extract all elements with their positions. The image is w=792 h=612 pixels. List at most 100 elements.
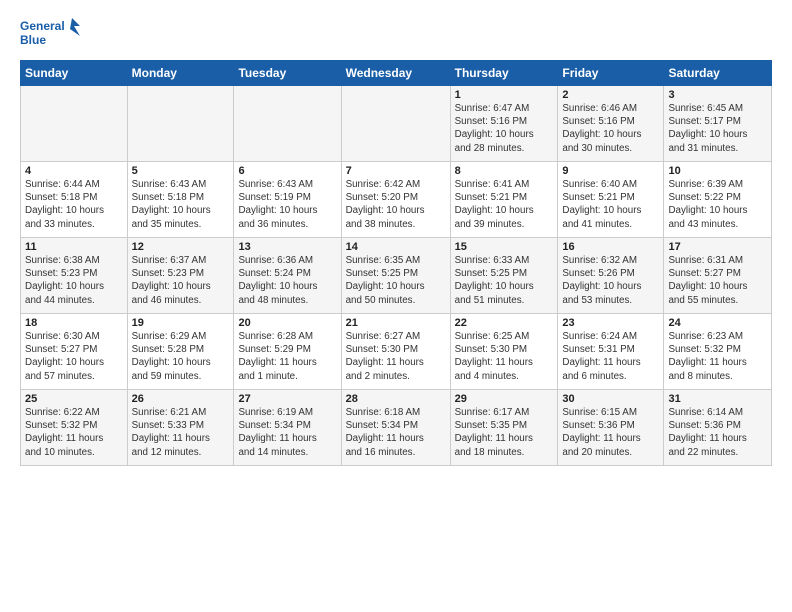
day-number: 2 — [562, 89, 659, 101]
day-info: Sunrise: 6:46 AM Sunset: 5:16 PM Dayligh… — [562, 102, 659, 155]
day-info: Sunrise: 6:35 AM Sunset: 5:25 PM Dayligh… — [346, 254, 446, 307]
calendar-cell: 14Sunrise: 6:35 AM Sunset: 5:25 PM Dayli… — [341, 238, 450, 314]
day-info: Sunrise: 6:17 AM Sunset: 5:35 PM Dayligh… — [455, 406, 554, 459]
day-number: 15 — [455, 241, 554, 253]
day-info: Sunrise: 6:22 AM Sunset: 5:32 PM Dayligh… — [25, 406, 123, 459]
day-info: Sunrise: 6:23 AM Sunset: 5:32 PM Dayligh… — [668, 330, 767, 383]
calendar-week-1: 1Sunrise: 6:47 AM Sunset: 5:16 PM Daylig… — [21, 86, 772, 162]
day-number: 1 — [455, 89, 554, 101]
day-number: 30 — [562, 393, 659, 405]
day-info: Sunrise: 6:39 AM Sunset: 5:22 PM Dayligh… — [668, 178, 767, 231]
day-number: 17 — [668, 241, 767, 253]
calendar-cell: 15Sunrise: 6:33 AM Sunset: 5:25 PM Dayli… — [450, 238, 558, 314]
calendar-cell: 6Sunrise: 6:43 AM Sunset: 5:19 PM Daylig… — [234, 162, 341, 238]
calendar-cell: 23Sunrise: 6:24 AM Sunset: 5:31 PM Dayli… — [558, 314, 664, 390]
calendar-cell: 16Sunrise: 6:32 AM Sunset: 5:26 PM Dayli… — [558, 238, 664, 314]
calendar-cell: 10Sunrise: 6:39 AM Sunset: 5:22 PM Dayli… — [664, 162, 772, 238]
calendar-cell: 24Sunrise: 6:23 AM Sunset: 5:32 PM Dayli… — [664, 314, 772, 390]
calendar-cell: 2Sunrise: 6:46 AM Sunset: 5:16 PM Daylig… — [558, 86, 664, 162]
calendar-cell — [127, 86, 234, 162]
calendar-cell: 7Sunrise: 6:42 AM Sunset: 5:20 PM Daylig… — [341, 162, 450, 238]
logo-svg: General Blue — [20, 16, 80, 52]
calendar-week-3: 11Sunrise: 6:38 AM Sunset: 5:23 PM Dayli… — [21, 238, 772, 314]
day-info: Sunrise: 6:33 AM Sunset: 5:25 PM Dayligh… — [455, 254, 554, 307]
calendar-header-saturday: Saturday — [664, 61, 772, 86]
day-info: Sunrise: 6:37 AM Sunset: 5:23 PM Dayligh… — [132, 254, 230, 307]
day-info: Sunrise: 6:47 AM Sunset: 5:16 PM Dayligh… — [455, 102, 554, 155]
day-info: Sunrise: 6:43 AM Sunset: 5:18 PM Dayligh… — [132, 178, 230, 231]
day-info: Sunrise: 6:38 AM Sunset: 5:23 PM Dayligh… — [25, 254, 123, 307]
day-info: Sunrise: 6:41 AM Sunset: 5:21 PM Dayligh… — [455, 178, 554, 231]
calendar-cell: 18Sunrise: 6:30 AM Sunset: 5:27 PM Dayli… — [21, 314, 128, 390]
day-number: 28 — [346, 393, 446, 405]
calendar-header-monday: Monday — [127, 61, 234, 86]
calendar-cell: 22Sunrise: 6:25 AM Sunset: 5:30 PM Dayli… — [450, 314, 558, 390]
logo: General Blue — [20, 16, 80, 52]
calendar-cell: 30Sunrise: 6:15 AM Sunset: 5:36 PM Dayli… — [558, 390, 664, 466]
day-info: Sunrise: 6:19 AM Sunset: 5:34 PM Dayligh… — [238, 406, 336, 459]
day-number: 21 — [346, 317, 446, 329]
day-number: 5 — [132, 165, 230, 177]
calendar-header-row: SundayMondayTuesdayWednesdayThursdayFrid… — [21, 61, 772, 86]
day-number: 12 — [132, 241, 230, 253]
day-number: 27 — [238, 393, 336, 405]
day-info: Sunrise: 6:45 AM Sunset: 5:17 PM Dayligh… — [668, 102, 767, 155]
day-info: Sunrise: 6:27 AM Sunset: 5:30 PM Dayligh… — [346, 330, 446, 383]
calendar-cell: 13Sunrise: 6:36 AM Sunset: 5:24 PM Dayli… — [234, 238, 341, 314]
day-number: 6 — [238, 165, 336, 177]
svg-text:Blue: Blue — [20, 33, 46, 47]
day-number: 9 — [562, 165, 659, 177]
day-info: Sunrise: 6:18 AM Sunset: 5:34 PM Dayligh… — [346, 406, 446, 459]
calendar-cell: 27Sunrise: 6:19 AM Sunset: 5:34 PM Dayli… — [234, 390, 341, 466]
day-number: 14 — [346, 241, 446, 253]
day-info: Sunrise: 6:42 AM Sunset: 5:20 PM Dayligh… — [346, 178, 446, 231]
day-number: 31 — [668, 393, 767, 405]
calendar-cell: 9Sunrise: 6:40 AM Sunset: 5:21 PM Daylig… — [558, 162, 664, 238]
calendar-cell: 29Sunrise: 6:17 AM Sunset: 5:35 PM Dayli… — [450, 390, 558, 466]
calendar-cell: 1Sunrise: 6:47 AM Sunset: 5:16 PM Daylig… — [450, 86, 558, 162]
day-number: 19 — [132, 317, 230, 329]
calendar-cell: 8Sunrise: 6:41 AM Sunset: 5:21 PM Daylig… — [450, 162, 558, 238]
day-info: Sunrise: 6:14 AM Sunset: 5:36 PM Dayligh… — [668, 406, 767, 459]
calendar-cell — [341, 86, 450, 162]
calendar: SundayMondayTuesdayWednesdayThursdayFrid… — [20, 60, 772, 466]
day-info: Sunrise: 6:25 AM Sunset: 5:30 PM Dayligh… — [455, 330, 554, 383]
calendar-cell: 17Sunrise: 6:31 AM Sunset: 5:27 PM Dayli… — [664, 238, 772, 314]
day-number: 18 — [25, 317, 123, 329]
day-number: 3 — [668, 89, 767, 101]
calendar-cell: 12Sunrise: 6:37 AM Sunset: 5:23 PM Dayli… — [127, 238, 234, 314]
calendar-cell: 31Sunrise: 6:14 AM Sunset: 5:36 PM Dayli… — [664, 390, 772, 466]
day-info: Sunrise: 6:40 AM Sunset: 5:21 PM Dayligh… — [562, 178, 659, 231]
calendar-cell: 25Sunrise: 6:22 AM Sunset: 5:32 PM Dayli… — [21, 390, 128, 466]
calendar-cell: 4Sunrise: 6:44 AM Sunset: 5:18 PM Daylig… — [21, 162, 128, 238]
calendar-cell: 11Sunrise: 6:38 AM Sunset: 5:23 PM Dayli… — [21, 238, 128, 314]
day-number: 7 — [346, 165, 446, 177]
day-info: Sunrise: 6:43 AM Sunset: 5:19 PM Dayligh… — [238, 178, 336, 231]
day-info: Sunrise: 6:44 AM Sunset: 5:18 PM Dayligh… — [25, 178, 123, 231]
day-info: Sunrise: 6:30 AM Sunset: 5:27 PM Dayligh… — [25, 330, 123, 383]
day-info: Sunrise: 6:29 AM Sunset: 5:28 PM Dayligh… — [132, 330, 230, 383]
calendar-cell: 5Sunrise: 6:43 AM Sunset: 5:18 PM Daylig… — [127, 162, 234, 238]
day-number: 23 — [562, 317, 659, 329]
calendar-cell: 21Sunrise: 6:27 AM Sunset: 5:30 PM Dayli… — [341, 314, 450, 390]
day-number: 4 — [25, 165, 123, 177]
calendar-cell: 3Sunrise: 6:45 AM Sunset: 5:17 PM Daylig… — [664, 86, 772, 162]
calendar-cell: 19Sunrise: 6:29 AM Sunset: 5:28 PM Dayli… — [127, 314, 234, 390]
calendar-week-5: 25Sunrise: 6:22 AM Sunset: 5:32 PM Dayli… — [21, 390, 772, 466]
calendar-cell: 20Sunrise: 6:28 AM Sunset: 5:29 PM Dayli… — [234, 314, 341, 390]
day-info: Sunrise: 6:24 AM Sunset: 5:31 PM Dayligh… — [562, 330, 659, 383]
day-number: 24 — [668, 317, 767, 329]
day-number: 8 — [455, 165, 554, 177]
day-info: Sunrise: 6:31 AM Sunset: 5:27 PM Dayligh… — [668, 254, 767, 307]
day-info: Sunrise: 6:15 AM Sunset: 5:36 PM Dayligh… — [562, 406, 659, 459]
day-number: 22 — [455, 317, 554, 329]
calendar-cell — [234, 86, 341, 162]
header: General Blue — [20, 16, 772, 52]
calendar-cell: 26Sunrise: 6:21 AM Sunset: 5:33 PM Dayli… — [127, 390, 234, 466]
calendar-header-wednesday: Wednesday — [341, 61, 450, 86]
calendar-header-thursday: Thursday — [450, 61, 558, 86]
calendar-week-2: 4Sunrise: 6:44 AM Sunset: 5:18 PM Daylig… — [21, 162, 772, 238]
day-number: 16 — [562, 241, 659, 253]
day-number: 10 — [668, 165, 767, 177]
calendar-cell: 28Sunrise: 6:18 AM Sunset: 5:34 PM Dayli… — [341, 390, 450, 466]
